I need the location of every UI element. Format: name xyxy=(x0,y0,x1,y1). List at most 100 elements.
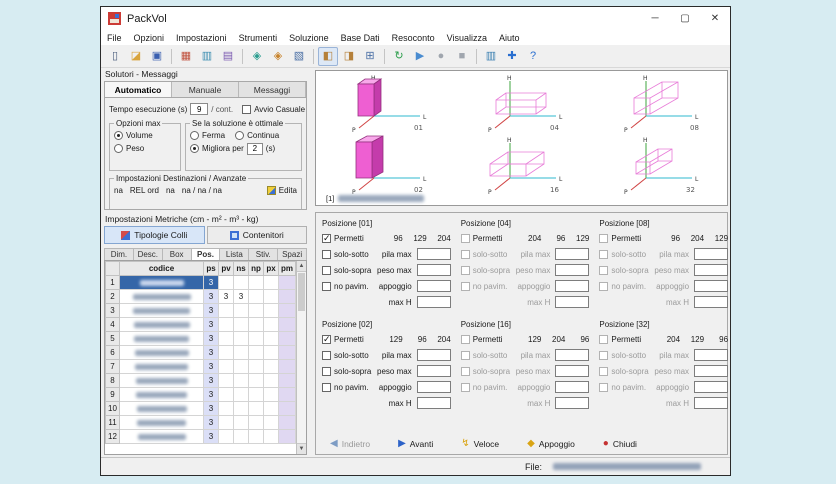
px-cell[interactable] xyxy=(263,331,279,346)
pm-cell[interactable] xyxy=(278,415,296,430)
np-cell[interactable] xyxy=(248,429,264,444)
max-h-input[interactable] xyxy=(416,397,451,409)
soluzione-icon[interactable]: ◈ xyxy=(268,47,288,66)
solver-tab-automatico[interactable]: Automatico xyxy=(105,82,172,97)
tab-contenitori[interactable]: Contenitori xyxy=(206,226,307,244)
migliora-radio[interactable] xyxy=(190,144,199,153)
codice-cell[interactable] xyxy=(119,331,204,346)
px-cell[interactable] xyxy=(263,275,279,290)
max-h-input[interactable] xyxy=(694,397,729,409)
viewer-cell-02[interactable]: HLP 02 xyxy=(318,134,454,196)
px-cell[interactable] xyxy=(263,387,279,402)
continua-radio[interactable] xyxy=(235,131,245,140)
ps-cell[interactable]: 3 xyxy=(203,415,219,430)
ns-cell[interactable] xyxy=(233,429,249,444)
migliora-input[interactable] xyxy=(246,142,263,155)
pila-max-input[interactable] xyxy=(416,248,451,260)
aiuto-icon[interactable]: ? xyxy=(523,47,543,66)
viewer-cell-32[interactable]: H L P 32 xyxy=(590,134,726,196)
np-cell[interactable] xyxy=(248,275,264,290)
no-pavim-checkbox[interactable] xyxy=(322,281,331,291)
no-pavim-checkbox[interactable] xyxy=(599,281,609,291)
column-header-codice[interactable]: codice xyxy=(119,261,204,276)
row-number[interactable]: 3 xyxy=(105,303,120,318)
pm-cell[interactable] xyxy=(278,275,296,290)
px-cell[interactable] xyxy=(263,415,279,430)
solo-sopra-checkbox[interactable] xyxy=(460,265,470,275)
viewer-cell-16[interactable]: H L P 16 xyxy=(454,134,590,196)
column-header-pv[interactable]: pv xyxy=(218,261,234,276)
codice-cell[interactable] xyxy=(119,373,204,388)
table-scrollbar[interactable]: ▲ ▼ xyxy=(296,261,306,454)
ps-cell[interactable]: 3 xyxy=(203,373,219,388)
row-number[interactable]: 5 xyxy=(105,331,120,346)
solo-sopra-checkbox[interactable] xyxy=(599,366,609,376)
np-cell[interactable] xyxy=(248,387,264,402)
codice-cell[interactable] xyxy=(119,401,204,416)
pila-max-input[interactable] xyxy=(555,349,590,361)
chiudi-button[interactable]: ● Chiudi xyxy=(603,439,637,450)
ns-cell[interactable] xyxy=(233,415,249,430)
row-number[interactable]: 7 xyxy=(105,359,120,374)
menu-item-soluzione[interactable]: Soluzione xyxy=(283,33,335,43)
codice-cell[interactable] xyxy=(119,429,204,444)
new-document-icon[interactable]: ▯ xyxy=(105,47,125,66)
ps-cell[interactable]: 3 xyxy=(203,289,219,304)
tab-tipologie-colli[interactable]: Tipologie Colli xyxy=(104,226,205,244)
np-cell[interactable] xyxy=(248,331,264,346)
ns-cell[interactable] xyxy=(233,275,249,290)
codice-cell[interactable] xyxy=(119,317,204,332)
menu-item-file[interactable]: File xyxy=(101,33,128,43)
close-button[interactable]: ✕ xyxy=(700,7,730,30)
solo-sotto-checkbox[interactable] xyxy=(460,350,470,360)
row-number[interactable]: 8 xyxy=(105,373,120,388)
pila-max-input[interactable] xyxy=(694,248,729,260)
px-cell[interactable] xyxy=(263,373,279,388)
solo-sopra-checkbox[interactable] xyxy=(322,265,331,275)
appoggio-input[interactable] xyxy=(416,280,451,292)
codice-cell[interactable] xyxy=(119,275,204,290)
pv-cell[interactable] xyxy=(218,429,234,444)
appoggio-input[interactable] xyxy=(555,280,590,292)
permetti-checkbox[interactable] xyxy=(322,233,331,244)
max-h-input[interactable] xyxy=(555,397,590,409)
pm-cell[interactable] xyxy=(278,345,296,360)
menu-item-base-dati[interactable]: Base Dati xyxy=(335,33,386,43)
resoconto-icon[interactable]: ▧ xyxy=(289,47,309,66)
no-pavim-checkbox[interactable] xyxy=(460,382,470,392)
row-number[interactable]: 4 xyxy=(105,317,120,332)
registra-icon[interactable]: ● xyxy=(431,47,451,66)
codice-cell[interactable] xyxy=(119,415,204,430)
np-cell[interactable] xyxy=(248,359,264,374)
solo-sotto-checkbox[interactable] xyxy=(322,350,331,360)
pv-cell[interactable] xyxy=(218,359,234,374)
menu-item-visualizza[interactable]: Visualizza xyxy=(441,33,493,43)
np-cell[interactable] xyxy=(248,415,264,430)
menu-item-strumenti[interactable]: Strumenti xyxy=(233,33,284,43)
viewer-cell-01[interactable]: HLP 01 xyxy=(318,72,454,134)
codice-cell[interactable] xyxy=(119,289,204,304)
column-header-ns[interactable]: ns xyxy=(233,261,249,276)
vista-collo-icon[interactable]: ◧ xyxy=(318,46,338,66)
ps-cell[interactable]: 3 xyxy=(203,387,219,402)
appoggio-input[interactable] xyxy=(694,280,729,292)
solver-tab-messaggi[interactable]: Messaggi xyxy=(239,82,306,97)
row-number[interactable]: 6 xyxy=(105,345,120,360)
avanti-button[interactable]: ▶ Avanti xyxy=(398,439,433,450)
peso-max-input[interactable] xyxy=(694,365,729,377)
ns-cell[interactable] xyxy=(233,387,249,402)
max-h-input[interactable] xyxy=(694,296,729,308)
np-cell[interactable] xyxy=(248,401,264,416)
pila-max-input[interactable] xyxy=(555,248,590,260)
np-cell[interactable] xyxy=(248,317,264,332)
ns-cell[interactable] xyxy=(233,359,249,374)
pm-cell[interactable] xyxy=(278,289,296,304)
ps-cell[interactable]: 3 xyxy=(203,401,219,416)
pv-cell[interactable] xyxy=(218,401,234,416)
ns-cell[interactable]: 3 xyxy=(233,289,249,304)
solo-sopra-checkbox[interactable] xyxy=(322,366,331,376)
ns-cell[interactable] xyxy=(233,331,249,346)
peso-max-input[interactable] xyxy=(416,365,451,377)
ps-cell[interactable]: 3 xyxy=(203,331,219,346)
menu-item-opzioni[interactable]: Opzioni xyxy=(128,33,171,43)
